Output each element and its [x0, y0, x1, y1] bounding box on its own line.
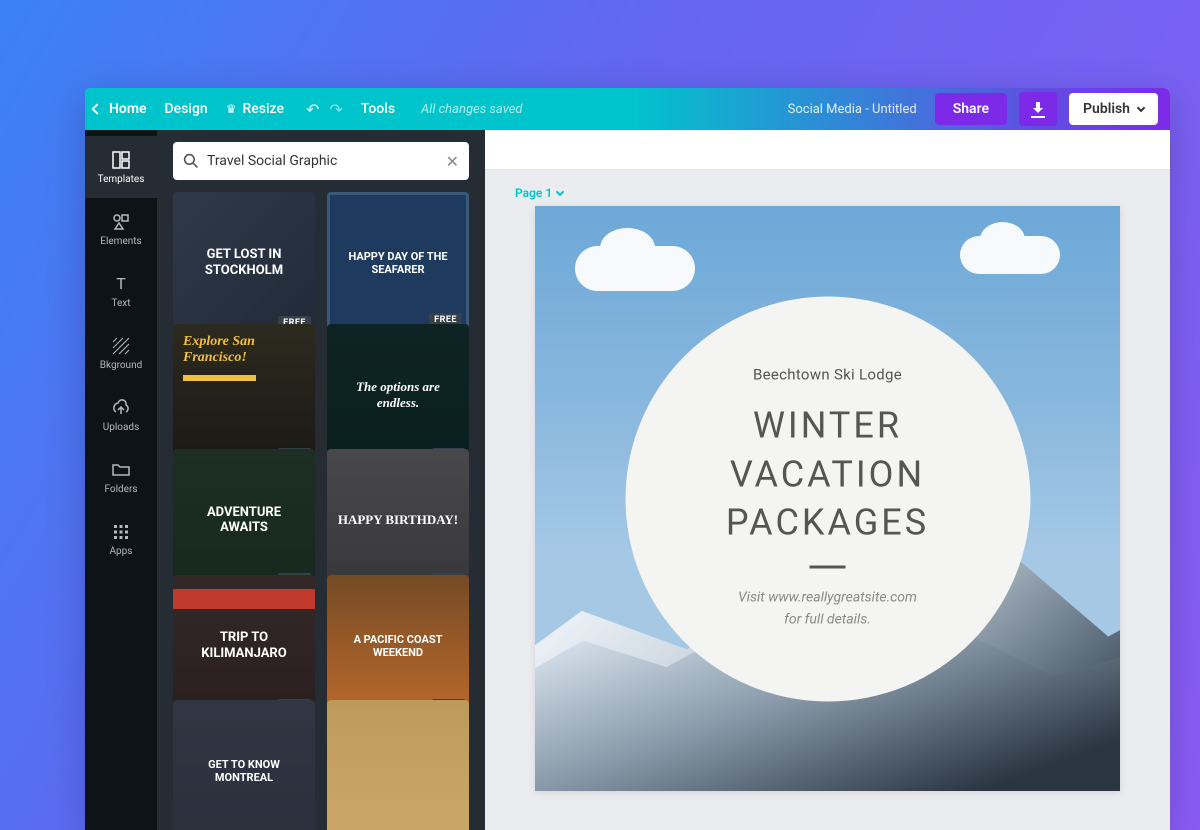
nav-templates[interactable]: Templates: [85, 136, 157, 198]
divider-line: [810, 566, 846, 569]
nav-apps[interactable]: Apps: [85, 508, 157, 570]
template-card[interactable]: HAPPY DAY OF THE SEAFARER FREE: [327, 192, 469, 334]
top-toolbar: Home Design ♛ Resize ↶ ↷ Tools All chang…: [85, 88, 1170, 130]
side-nav: Templates Elements T Text Bkground: [85, 130, 157, 830]
search-box[interactable]: ✕: [173, 142, 469, 180]
clear-search-button[interactable]: ✕: [446, 152, 459, 171]
nav-text[interactable]: T Text: [85, 260, 157, 322]
crown-icon: ♛: [226, 102, 237, 116]
design-menu[interactable]: Design: [165, 101, 208, 117]
nav-folders[interactable]: Folders: [85, 446, 157, 508]
template-card[interactable]: GET TO KNOW MONTREAL: [173, 700, 315, 830]
tools-menu[interactable]: Tools: [361, 101, 395, 117]
cloud-shape: [575, 246, 695, 291]
template-card[interactable]: GET LOST IN STOCKHOLM FREE: [173, 192, 315, 334]
design-canvas[interactable]: Beechtown Ski Lodge WINTER VACATION PACK…: [535, 206, 1120, 791]
chevron-left-icon: [91, 103, 102, 114]
app-window: Home Design ♛ Resize ↶ ↷ Tools All chang…: [85, 88, 1170, 830]
lodge-subtitle[interactable]: Beechtown Ski Lodge: [753, 366, 902, 384]
undo-button[interactable]: ↶: [306, 100, 319, 119]
undo-redo-group: ↶ ↷: [306, 100, 343, 119]
search-container: ✕: [157, 130, 485, 192]
nav-background[interactable]: Bkground: [85, 322, 157, 384]
template-grid[interactable]: GET LOST IN STOCKHOLM FREE HAPPY DAY OF …: [157, 192, 485, 830]
canvas-toolbar: [485, 130, 1170, 170]
publish-button[interactable]: Publish: [1069, 93, 1158, 125]
text-circle[interactable]: Beechtown Ski Lodge WINTER VACATION PACK…: [625, 296, 1030, 701]
redo-button[interactable]: ↷: [329, 100, 342, 119]
text-icon: T: [111, 274, 131, 294]
download-icon: [1031, 102, 1045, 116]
svg-text:T: T: [116, 274, 126, 293]
page-indicator[interactable]: Page 1: [485, 170, 1170, 206]
templates-panel: ✕ GET LOST IN STOCKHOLM FREE HAPPY DAY O…: [157, 130, 485, 830]
elements-icon: [111, 212, 131, 232]
template-card[interactable]: HAPPY BIRTHDAY! FREE: [327, 449, 469, 591]
download-button[interactable]: [1019, 92, 1057, 126]
templates-icon: [111, 150, 131, 170]
apps-icon: [111, 522, 131, 542]
details-text[interactable]: Visit www.reallygreatsite.com for full d…: [738, 587, 917, 632]
template-card[interactable]: ADVENTURE AWAITS FREE: [173, 449, 315, 591]
toolbar-left: Home Design ♛ Resize ↶ ↷ Tools All chang…: [93, 100, 523, 119]
chevron-down-icon: [1137, 104, 1145, 112]
save-status: All changes saved: [421, 102, 522, 117]
resize-button[interactable]: ♛ Resize: [226, 101, 284, 117]
toolbar-right: Social Media - Untitled Share Publish: [788, 92, 1158, 126]
chevron-down-icon: [556, 188, 564, 196]
document-title[interactable]: Social Media - Untitled: [788, 102, 917, 117]
search-input[interactable]: [207, 153, 446, 169]
template-card[interactable]: A PACIFIC COAST WEEKEND FREE: [327, 575, 469, 717]
canvas-area: Page 1 Beechtown Ski Lodge WINTER VACATI…: [485, 130, 1170, 830]
nav-elements[interactable]: Elements: [85, 198, 157, 260]
nav-uploads[interactable]: Uploads: [85, 384, 157, 446]
main-headline[interactable]: WINTER VACATION PACKAGES: [665, 402, 990, 548]
template-card[interactable]: The options are endless. FREE: [327, 324, 469, 466]
home-label: Home: [109, 101, 147, 117]
main-body: Templates Elements T Text Bkground: [85, 130, 1170, 830]
uploads-icon: [111, 398, 131, 418]
background-icon: [111, 336, 131, 356]
share-button[interactable]: Share: [935, 93, 1007, 125]
folders-icon: [111, 460, 131, 480]
template-card[interactable]: TRIP TO KILIMANJARO FREE: [173, 575, 315, 717]
cloud-shape: [960, 236, 1060, 274]
template-card[interactable]: [327, 700, 469, 830]
search-icon: [183, 153, 199, 169]
template-card[interactable]: Explore San Francisco! FREE: [173, 324, 315, 466]
home-button[interactable]: Home: [93, 101, 147, 117]
